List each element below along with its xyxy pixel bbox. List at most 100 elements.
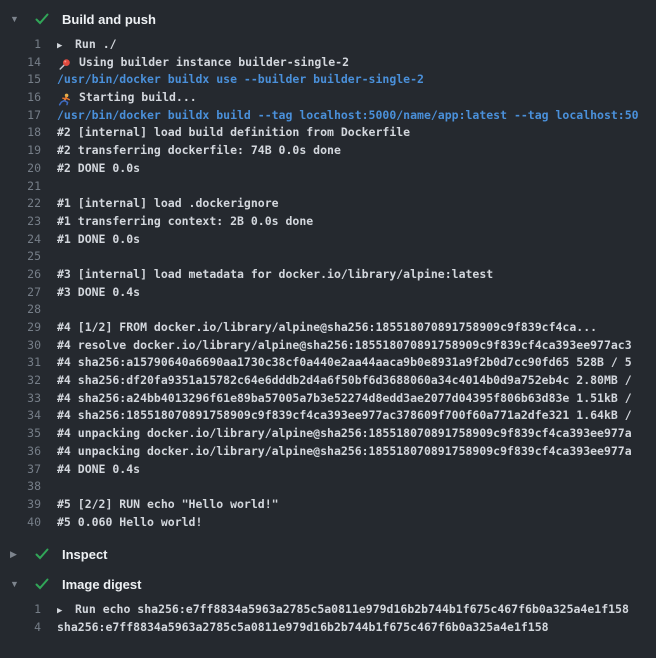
line-text: Run ./	[75, 37, 117, 51]
line-number[interactable]: 35	[0, 425, 41, 443]
line-text: #1 [internal] load .dockerignore	[57, 196, 279, 210]
log-line: 4 sha256:e7ff8834a5963a2785c5a0811e979d16…	[0, 619, 656, 637]
line-text: #4 unpacking docker.io/library/alpine@sh…	[57, 444, 632, 458]
log-lines: 1 ▶ Run ./ 14Using builder instance builder…	[0, 36, 656, 531]
log-line: 14Using builder instance builder-single-…	[0, 54, 656, 72]
line-number[interactable]: 14	[0, 54, 41, 72]
section-title: Build and push	[62, 12, 156, 27]
line-number[interactable]: 40	[0, 514, 41, 532]
line-number[interactable]: 38	[0, 478, 41, 496]
line-content: #2 DONE 0.0s	[57, 160, 656, 178]
line-number[interactable]: 26	[0, 266, 41, 284]
line-number[interactable]: 29	[0, 319, 41, 337]
section-title: Image digest	[62, 577, 141, 592]
line-text: #2 transferring dockerfile: 74B 0.0s don…	[57, 143, 341, 157]
log-lines: 1 ▶ Run echo sha256:e7ff8834a5963a2785c5a0…	[0, 601, 656, 636]
line-number[interactable]: 36	[0, 443, 41, 461]
line-number[interactable]: 1	[0, 36, 41, 54]
line-number[interactable]: 22	[0, 195, 41, 213]
line-content: #4 sha256:a24bb4013296f61e89ba57005a7b3e…	[57, 390, 656, 408]
line-text: #4 sha256:a24bb4013296f61e89ba57005a7b3e…	[57, 391, 632, 405]
section-title: Inspect	[62, 547, 108, 562]
log-line: 16Starting build...	[0, 89, 656, 107]
line-number[interactable]: 18	[0, 124, 41, 142]
line-number[interactable]: 31	[0, 354, 41, 372]
line-number[interactable]: 19	[0, 142, 41, 160]
line-number[interactable]: 17	[0, 107, 41, 125]
line-content	[57, 178, 656, 196]
log-line: 31 #4 sha256:a15790640a6690aa1730c38cf0a4…	[0, 354, 656, 372]
line-text: #4 [1/2] FROM docker.io/library/alpine@s…	[57, 320, 597, 334]
line-text: /usr/bin/docker buildx use --builder bui…	[57, 72, 424, 86]
line-number[interactable]: 37	[0, 461, 41, 479]
line-text: #4 sha256:a15790640a6690aa1730c38cf0a440…	[57, 355, 632, 369]
log-line: 28	[0, 301, 656, 319]
line-text: #1 DONE 0.0s	[57, 232, 140, 246]
line-number[interactable]: 25	[0, 248, 41, 266]
line-number[interactable]: 30	[0, 337, 41, 355]
line-number[interactable]: 21	[0, 178, 41, 196]
line-number[interactable]: 24	[0, 231, 41, 249]
log-line: 19 #2 transferring dockerfile: 74B 0.0s d…	[0, 142, 656, 160]
line-text: #2 DONE 0.0s	[57, 161, 140, 175]
line-number[interactable]: 33	[0, 390, 41, 408]
section-header-image-digest[interactable]: ▼ Image digest	[0, 573, 656, 595]
expand-group-icon[interactable]: ▶	[57, 603, 69, 619]
chevron-down-icon[interactable]: ▼	[10, 8, 34, 30]
line-content: /usr/bin/docker buildx build --tag local…	[57, 107, 656, 125]
line-content: #2 transferring dockerfile: 74B 0.0s don…	[57, 142, 656, 160]
section-inspect: ▶ Inspect	[0, 543, 656, 565]
line-number[interactable]: 28	[0, 301, 41, 319]
line-content	[57, 301, 656, 319]
section-image-digest: ▼ Image digest 1 ▶ Run echo sha256:e7ff8834a…	[0, 573, 656, 636]
line-number[interactable]: 20	[0, 160, 41, 178]
line-text: #4 DONE 0.4s	[57, 462, 140, 476]
line-content: #3 [internal] load metadata for docker.i…	[57, 266, 656, 284]
line-number[interactable]: 32	[0, 372, 41, 390]
line-number[interactable]: 39	[0, 496, 41, 514]
expand-group-icon[interactable]: ▶	[57, 38, 69, 54]
log-line: 39 #5 [2/2] RUN echo "Hello world!"	[0, 496, 656, 514]
line-text: #5 0.060 Hello world!	[57, 515, 202, 529]
line-text: #2 [internal] load build definition from…	[57, 125, 410, 139]
line-content	[57, 478, 656, 496]
log-line: 38	[0, 478, 656, 496]
line-number[interactable]: 16	[0, 89, 41, 107]
log-line: 40 #5 0.060 Hello world!	[0, 514, 656, 532]
log-line: 33 #4 sha256:a24bb4013296f61e89ba57005a7b…	[0, 390, 656, 408]
line-text: #4 sha256:185518070891758909c9f839cf4ca3…	[57, 408, 632, 422]
line-number[interactable]: 15	[0, 71, 41, 89]
line-content: sha256:e7ff8834a5963a2785c5a0811e979d16b…	[57, 619, 656, 637]
section-header-inspect[interactable]: ▶ Inspect	[0, 543, 656, 565]
chevron-down-icon[interactable]: ▼	[10, 573, 34, 595]
line-content: #4 [1/2] FROM docker.io/library/alpine@s…	[57, 319, 656, 337]
line-content: #4 sha256:a15790640a6690aa1730c38cf0a440…	[57, 354, 656, 372]
line-content: #5 0.060 Hello world!	[57, 514, 656, 532]
line-number[interactable]: 23	[0, 213, 41, 231]
line-number[interactable]: 1	[0, 601, 41, 619]
log-line: 20 #2 DONE 0.0s	[0, 160, 656, 178]
log-line: 30 #4 resolve docker.io/library/alpine@sh…	[0, 337, 656, 355]
line-content: #1 [internal] load .dockerignore	[57, 195, 656, 213]
pushpin-icon	[57, 56, 72, 72]
line-content: #4 sha256:df20fa9351a15782c64e6dddb2d4a6…	[57, 372, 656, 390]
line-number[interactable]: 4	[0, 619, 41, 637]
line-content: #4 sha256:185518070891758909c9f839cf4ca3…	[57, 407, 656, 425]
section-build-and-push: ▼ Build and push 1 ▶ Run ./ 14Using builder i…	[0, 8, 656, 531]
log-line: 32 #4 sha256:df20fa9351a15782c64e6dddb2d4…	[0, 372, 656, 390]
log-line: 27#3 DONE 0.4s	[0, 284, 656, 302]
log-line: 36 #4 unpacking docker.io/library/alpine@…	[0, 443, 656, 461]
line-number[interactable]: 27	[0, 284, 41, 302]
line-text: Run echo sha256:e7ff8834a5963a2785c5a081…	[75, 602, 629, 616]
line-text: #5 [2/2] RUN echo "Hello world!"	[57, 497, 279, 511]
line-content: #5 [2/2] RUN echo "Hello world!"	[57, 496, 656, 514]
log-line: 1 ▶ Run ./	[0, 36, 656, 54]
line-content: #1 transferring context: 2B 0.0s done	[57, 213, 656, 231]
line-content	[57, 248, 656, 266]
line-text: sha256:e7ff8834a5963a2785c5a0811e979d16b…	[57, 620, 549, 634]
log-line: 35#4 unpacking docker.io/library/alpine@…	[0, 425, 656, 443]
line-content: #4 resolve docker.io/library/alpine@sha2…	[57, 337, 656, 355]
chevron-right-icon[interactable]: ▶	[10, 543, 34, 565]
section-header-build-and-push[interactable]: ▼ Build and push	[0, 8, 656, 30]
line-number[interactable]: 34	[0, 407, 41, 425]
